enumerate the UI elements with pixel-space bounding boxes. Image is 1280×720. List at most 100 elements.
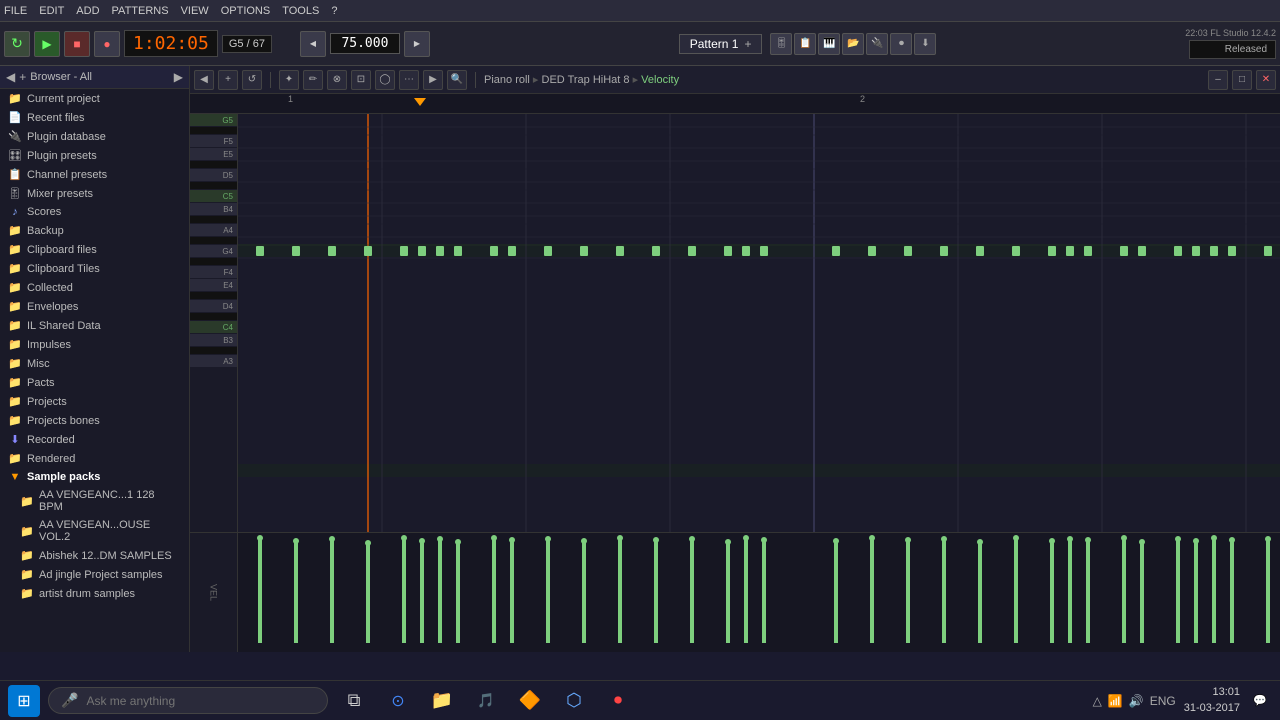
- fl-studio-icon[interactable]: 🎵: [468, 683, 504, 719]
- key-a4[interactable]: A4: [190, 224, 237, 237]
- key-cs5[interactable]: [190, 182, 237, 190]
- key-cs4[interactable]: [190, 313, 237, 321]
- start-button[interactable]: ⊞: [8, 685, 40, 717]
- sidebar-item-il-shared[interactable]: 📁 IL Shared Data: [0, 316, 189, 335]
- export-icon[interactable]: ⬇: [914, 33, 936, 55]
- sidebar-item-projects[interactable]: 📁 Projects: [0, 392, 189, 411]
- chrome-icon[interactable]: ⊙: [380, 683, 416, 719]
- key-e5[interactable]: E5: [190, 148, 237, 161]
- sidebar-item-sample-4[interactable]: 📁 Ad jingle Project samples: [0, 565, 189, 584]
- channel-icon[interactable]: 📋: [794, 33, 816, 55]
- menu-tools[interactable]: TOOLS: [282, 5, 319, 17]
- pr-refresh-btn[interactable]: ↺: [242, 70, 262, 90]
- key-f4[interactable]: F4: [190, 266, 237, 279]
- key-f5[interactable]: F5: [190, 135, 237, 148]
- menu-edit[interactable]: EDIT: [39, 5, 64, 17]
- sidebar-item-sample-3[interactable]: 📁 Abishek 12..DM SAMPLES: [0, 546, 189, 565]
- key-e4[interactable]: E4: [190, 279, 237, 292]
- sidebar-item-current-project[interactable]: 📁 Current project: [0, 89, 189, 108]
- pr-maximize-btn[interactable]: □: [1232, 70, 1252, 90]
- menu-add[interactable]: ADD: [76, 5, 99, 17]
- sidebar-item-scores[interactable]: ♪ Scores: [0, 203, 189, 221]
- menu-view[interactable]: VIEW: [181, 5, 209, 17]
- stop-btn[interactable]: ■: [64, 31, 90, 57]
- plugins-icon[interactable]: 🔌: [866, 33, 888, 55]
- loop-btn[interactable]: ↻: [4, 31, 30, 57]
- taskbar-clock[interactable]: 13:01 31-03-2017: [1184, 685, 1240, 716]
- record-btn[interactable]: ●: [94, 31, 120, 57]
- app5-icon[interactable]: 🔶: [512, 683, 548, 719]
- volume-icon[interactable]: 🔊: [1129, 694, 1144, 708]
- menu-help[interactable]: ?: [331, 5, 337, 17]
- sidebar-item-collected[interactable]: 📁 Collected: [0, 278, 189, 297]
- sidebar-item-recorded[interactable]: ⬇ Recorded: [0, 430, 189, 449]
- menu-file[interactable]: FILE: [4, 5, 27, 17]
- mixer-icon[interactable]: 🎚: [770, 33, 792, 55]
- notification-center-btn[interactable]: 💬: [1248, 689, 1272, 713]
- key-a3[interactable]: A3: [190, 355, 237, 368]
- sidebar-item-plugin-database[interactable]: 🔌 Plugin database: [0, 127, 189, 146]
- pr-minimize-btn[interactable]: –: [1208, 70, 1228, 90]
- key-b3[interactable]: B3: [190, 334, 237, 347]
- key-g5[interactable]: G5: [190, 114, 237, 127]
- sidebar-back-btn[interactable]: ◀: [6, 70, 15, 84]
- pr-draw-btn[interactable]: ✏: [303, 70, 323, 90]
- pr-slice-btn[interactable]: ⋯: [399, 70, 419, 90]
- pr-select-btn[interactable]: ✦: [279, 70, 299, 90]
- sidebar-item-misc[interactable]: 📁 Misc: [0, 354, 189, 373]
- sidebar-item-projects-bones[interactable]: 📁 Projects bones: [0, 411, 189, 430]
- key-c4[interactable]: C4: [190, 321, 237, 334]
- sidebar-item-recent-files[interactable]: 📄 Recent files: [0, 108, 189, 127]
- task-view-btn[interactable]: ⧉: [336, 683, 372, 719]
- pattern-selector[interactable]: Pattern 1 +: [679, 34, 763, 54]
- key-gs4[interactable]: [190, 237, 237, 245]
- notification-icon[interactable]: △: [1093, 694, 1102, 708]
- record-app-icon[interactable]: ⏺: [600, 683, 636, 719]
- sidebar-add-btn[interactable]: +: [19, 70, 26, 84]
- tempo-display[interactable]: 75.000: [330, 33, 400, 54]
- sidebar-item-mixer-presets[interactable]: 🎚 Mixer presets: [0, 184, 189, 203]
- piano-roll-icon[interactable]: 🎹: [818, 33, 840, 55]
- browser-icon[interactable]: 📂: [842, 33, 864, 55]
- tempo-up[interactable]: ▶: [404, 31, 430, 57]
- breadcrumb-velocity[interactable]: Velocity: [641, 74, 679, 86]
- sidebar-item-sample-1[interactable]: 📁 AA VENGEANC...1 128 BPM: [0, 486, 189, 516]
- app6-icon[interactable]: ⬡: [556, 683, 592, 719]
- network-icon[interactable]: 📶: [1108, 694, 1123, 708]
- pr-zoom-in-btn[interactable]: 🔍: [447, 70, 467, 90]
- key-g4[interactable]: G4: [190, 245, 237, 258]
- key-c5[interactable]: C5: [190, 190, 237, 203]
- sidebar-item-sample-5[interactable]: 📁 artist drum samples: [0, 584, 189, 603]
- sidebar-item-rendered[interactable]: 📁 Rendered: [0, 449, 189, 468]
- record-icon[interactable]: ⏺: [890, 33, 912, 55]
- pr-nav-btn[interactable]: ◀: [194, 70, 214, 90]
- key-d4[interactable]: D4: [190, 300, 237, 313]
- sidebar-item-pacts[interactable]: 📁 Pacts: [0, 373, 189, 392]
- file-explorer-icon[interactable]: 📁: [424, 683, 460, 719]
- menu-options[interactable]: OPTIONS: [221, 5, 271, 17]
- breadcrumb-instrument[interactable]: DED Trap HiHat 8: [542, 74, 630, 86]
- breadcrumb-piano-roll[interactable]: Piano roll: [484, 74, 530, 86]
- sidebar-item-envelopes[interactable]: 📁 Envelopes: [0, 297, 189, 316]
- sidebar-item-plugin-presets[interactable]: 🎛 Plugin presets: [0, 146, 189, 165]
- velocity-canvas[interactable]: [238, 533, 1280, 652]
- play-btn[interactable]: ▶: [34, 31, 60, 57]
- pr-add-btn[interactable]: +: [218, 70, 238, 90]
- grid-area[interactable]: [238, 114, 1280, 532]
- timeline-inner[interactable]: 1 2: [286, 94, 1280, 113]
- sidebar-item-backup[interactable]: 📁 Backup: [0, 221, 189, 240]
- key-d5[interactable]: D5: [190, 169, 237, 182]
- key-fs5[interactable]: [190, 127, 237, 135]
- key-ds5[interactable]: [190, 161, 237, 169]
- pattern-add-btn[interactable]: +: [744, 37, 751, 51]
- sidebar-item-clipboard-tiles[interactable]: 📁 Clipboard Tiles: [0, 259, 189, 278]
- sidebar-item-channel-presets[interactable]: 📋 Channel presets: [0, 165, 189, 184]
- pr-playback-btn[interactable]: ▶: [423, 70, 443, 90]
- sidebar-item-sample-packs[interactable]: ▼ Sample packs: [0, 468, 189, 486]
- key-fs4[interactable]: [190, 258, 237, 266]
- key-b4[interactable]: B4: [190, 203, 237, 216]
- search-input[interactable]: [86, 694, 315, 708]
- key-as4[interactable]: [190, 216, 237, 224]
- pr-mute-btn[interactable]: ◯: [375, 70, 395, 90]
- pr-close-btn[interactable]: ✕: [1256, 70, 1276, 90]
